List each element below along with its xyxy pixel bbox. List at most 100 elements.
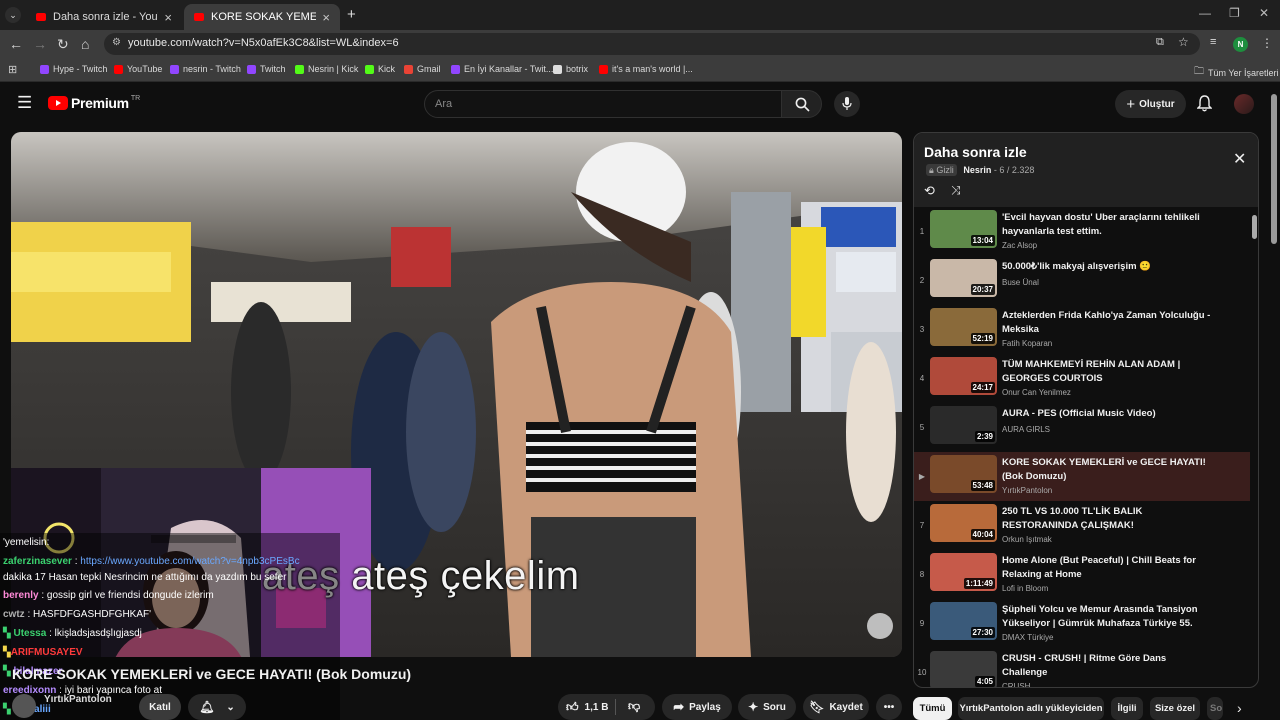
bookmark-hype-twitch[interactable]: Hype - Twitch: [40, 64, 107, 74]
ask-button[interactable]: ✦ Soru: [738, 694, 796, 720]
minimize-icon[interactable]: —: [1199, 6, 1211, 20]
apps-grid-icon[interactable]: ⊞: [8, 63, 17, 76]
save-button[interactable]: 🔖︎ Kaydet: [803, 694, 869, 720]
like-icon[interactable]: 👍︎: [566, 700, 579, 715]
playlist-item-title[interactable]: Şüpheli Yolcu ve Memur Arasında Tansiyon…: [1002, 603, 1212, 631]
playlist-item-channel[interactable]: Orkun Işıtmak: [1002, 535, 1052, 544]
bookmark-youtube[interactable]: YouTube: [114, 64, 162, 74]
hamburger-menu-icon[interactable]: ☰: [17, 94, 32, 112]
chat-link[interactable]: https://www.youtube.com/watch?v=4npb3cPE…: [80, 556, 299, 567]
chip-for-you[interactable]: Size özel: [1150, 697, 1200, 720]
playlist-item-title[interactable]: 'Evcil hayvan dostu' Uber araçlarını teh…: [1002, 211, 1212, 239]
playlist-item[interactable]: 2 20:37 50.000₺'lik makyaj alışverişim 🙂 Bu…: [914, 256, 1250, 305]
bookmark-gmail[interactable]: Gmail: [404, 64, 441, 74]
account-avatar[interactable]: [1234, 94, 1254, 114]
channel-name[interactable]: YırtıkPantolon: [44, 694, 112, 705]
video-thumbnail[interactable]: 2:39: [930, 406, 997, 444]
playlist-owner[interactable]: Nesrin: [963, 165, 991, 175]
page-scroll-thumb[interactable]: [1271, 94, 1277, 244]
playlist-item[interactable]: 7 40:04 250 TL VS 10.000 TL'LİK BALIK REST…: [914, 501, 1250, 550]
bookmark-kick[interactable]: Kick: [365, 64, 395, 74]
playlist-item[interactable]: ▶ 53:48 KORE SOKAK YEMEKLERİ ve GECE HAYAT…: [914, 452, 1250, 501]
playlist-item-title[interactable]: 50.000₺'lik makyaj alışverişim 🙂: [1002, 260, 1212, 274]
playlist-title[interactable]: Daha sonra izle: [924, 144, 1027, 160]
forward-arrow-icon[interactable]: →: [33, 35, 47, 53]
playlist-item[interactable]: 1 13:04 'Evcil hayvan dostu' Uber araçları…: [914, 207, 1250, 256]
subscribed-button[interactable]: 🔔︎ ⌄: [188, 694, 246, 720]
address-bar[interactable]: ⚙ youtube.com/watch?v=N5x0afEk3C8&list=W…: [104, 33, 1200, 55]
playlist-item-title[interactable]: 250 TL VS 10.000 TL'LİK BALIK RESTORANIN…: [1002, 505, 1212, 533]
chips-next-icon[interactable]: ›: [1237, 700, 1242, 716]
bookmark-nesrin-twitch[interactable]: nesrin - Twitch: [170, 64, 241, 74]
video-thumbnail[interactable]: 4:05: [930, 651, 997, 687]
video-thumbnail[interactable]: 1:11:49: [930, 553, 997, 591]
playlist-item-channel[interactable]: Fatih Koparan: [1002, 339, 1052, 348]
bookmark-nesrin-kick[interactable]: Nesrin | Kick: [295, 64, 358, 74]
reading-list-icon[interactable]: ≡: [1210, 36, 1216, 48]
playlist-item[interactable]: 9 27:30 Şüpheli Yolcu ve Memur Arasında Ta…: [914, 599, 1250, 648]
back-arrow-icon[interactable]: ←: [9, 35, 23, 53]
chip-all[interactable]: Tümü: [913, 697, 952, 720]
create-button[interactable]: + Oluştur: [1115, 90, 1186, 118]
chip-related[interactable]: İlgili: [1111, 697, 1143, 720]
video-thumbnail[interactable]: 52:19: [930, 308, 997, 346]
playlist-item-title[interactable]: TÜM MAHKEMEYİ REHİN ALAN ADAM | GEORGES …: [1002, 358, 1212, 386]
playlist-item-channel[interactable]: CRUSH: [1002, 682, 1030, 687]
playlist-item-channel[interactable]: DMAX Türkiye: [1002, 633, 1053, 642]
bookmark-best-channels[interactable]: En İyi Kanallar - Twit...: [451, 64, 553, 74]
playlist-scrollbar[interactable]: [1251, 207, 1258, 683]
tab-watch-later[interactable]: Daha sonra izle - YouTube ×: [26, 4, 182, 30]
voice-search-button[interactable]: [834, 91, 860, 117]
tab-close-icon[interactable]: ×: [322, 10, 330, 25]
playlist-item[interactable]: 10 4:05 CRUSH - CRUSH! | Ritme Göre Dans C…: [914, 648, 1250, 687]
install-app-icon[interactable]: ⧉: [1156, 36, 1164, 49]
scroll-thumb[interactable]: [1252, 215, 1257, 239]
playlist-item-channel[interactable]: Zac Alsop: [1002, 241, 1037, 250]
bookmark-botrix[interactable]: botrix: [553, 64, 588, 74]
tab-current-video[interactable]: KORE SOKAK YEMEKLERİ ve GEC ×: [184, 4, 340, 30]
playlist-item-channel[interactable]: Lofi in Bloom: [1002, 584, 1048, 593]
playlist-item-title[interactable]: CRUSH - CRUSH! | Ritme Göre Dans Challen…: [1002, 652, 1212, 680]
bookmark-mans-world[interactable]: it's a man's world |...: [599, 64, 693, 74]
loop-icon[interactable]: ⟲: [924, 183, 935, 199]
site-info-icon[interactable]: ⚙: [112, 37, 121, 48]
close-window-icon[interactable]: ✕: [1259, 6, 1269, 20]
notifications-bell-icon[interactable]: [1197, 95, 1212, 112]
shuffle-icon[interactable]: ⤨: [951, 183, 961, 198]
join-button[interactable]: Katıl: [139, 694, 181, 720]
video-thumbnail[interactable]: 40:04: [930, 504, 997, 542]
video-thumbnail[interactable]: 27:30: [930, 602, 997, 640]
all-bookmarks[interactable]: 🗀 Tüm Yer İşaretleri: [1194, 64, 1279, 81]
chip-more[interactable]: So: [1207, 697, 1223, 720]
profile-avatar[interactable]: N: [1233, 37, 1248, 52]
page-scrollbar[interactable]: [1270, 86, 1278, 720]
playlist-item-channel[interactable]: AURA GIRLS: [1002, 425, 1050, 434]
restore-icon[interactable]: ❐: [1229, 6, 1240, 20]
playlist-item-title[interactable]: KORE SOKAK YEMEKLERİ ve GECE HAYATI! (Bo…: [1002, 456, 1212, 484]
video-thumbnail[interactable]: 24:17: [930, 357, 997, 395]
bookmark-twitch[interactable]: Twitch: [247, 64, 286, 74]
playlist-item-title[interactable]: Azteklerden Frida Kahlo'ya Zaman Yolculu…: [1002, 309, 1212, 337]
search-button[interactable]: [781, 90, 822, 118]
dislike-icon[interactable]: 👎︎: [628, 699, 640, 714]
playlist-item[interactable]: 8 1:11:49 Home Alone (But Peaceful) | Chil…: [914, 550, 1250, 599]
more-actions-button[interactable]: •••: [876, 694, 902, 720]
playlist-item-title[interactable]: Home Alone (But Peaceful) | Chill Beats …: [1002, 554, 1212, 582]
youtube-premium-logo[interactable]: Premium TR: [48, 95, 140, 111]
search-input[interactable]: Ara: [424, 90, 782, 118]
reload-icon[interactable]: ↻: [57, 35, 69, 53]
playlist-item[interactable]: 3 52:19 Azteklerden Frida Kahlo'ya Zaman Y…: [914, 305, 1250, 354]
like-count[interactable]: 1,1 B: [585, 702, 609, 713]
playlist-item-channel[interactable]: Buse Ünal: [1002, 278, 1039, 287]
playlist-item[interactable]: 4 24:17 TÜM MAHKEMEYİ REHİN ALAN ADAM | GE…: [914, 354, 1250, 403]
video-thumbnail[interactable]: 20:37: [930, 259, 997, 297]
new-tab-button[interactable]: +: [347, 6, 356, 23]
tab-search-chevron-icon[interactable]: ⌄: [5, 7, 21, 23]
url-text[interactable]: youtube.com/watch?v=N5x0afEk3C8&list=WL&…: [128, 37, 399, 49]
bookmark-star-icon[interactable]: ☆: [1178, 35, 1189, 49]
home-icon[interactable]: ⌂: [81, 35, 89, 53]
share-button[interactable]: ➦ Paylaş: [662, 694, 732, 720]
tab-close-icon[interactable]: ×: [164, 10, 172, 25]
playlist-item-channel[interactable]: YırtıkPantolon: [1002, 486, 1052, 495]
playlist-item[interactable]: 5 2:39 AURA - PES (Official Music Video) AU…: [914, 403, 1250, 452]
